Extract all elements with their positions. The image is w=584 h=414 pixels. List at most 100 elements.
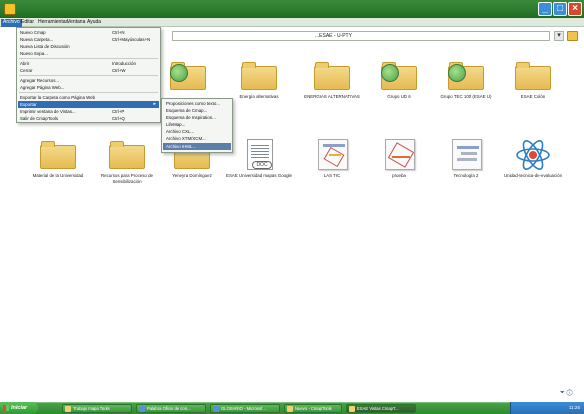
submenu-item[interactable]: Esquema de Inspiration...: [163, 114, 231, 121]
taskbar-item-label: Trabajo mapa Tools: [73, 406, 110, 411]
menu-item-close[interactable]: Cerrar Ctrl+W: [18, 67, 159, 74]
menu-item-new-folder[interactable]: Nueva Carpeta... Ctrl+Mayúsculas+N: [18, 36, 159, 43]
word-icon: [139, 406, 145, 412]
grid-item-label: Recursos para Proceso de Sensibilización: [101, 173, 153, 184]
folder-icon: [170, 60, 206, 92]
menu-item-exit[interactable]: Salir de CmapTools Ctrl+Q: [18, 115, 159, 122]
menu-item-open[interactable]: Abrir Introducción: [18, 60, 159, 67]
menu-item-label: Nuevo Cmap: [20, 30, 46, 35]
minimize-button[interactable]: _: [538, 2, 552, 16]
menu-separator: [19, 75, 158, 76]
menu-item-label: Nueva Carpeta...: [20, 37, 54, 42]
menu-item-label: Nuevo Sopa...: [20, 51, 48, 56]
menu-item-export-folder-web[interactable]: Exportar la Carpeta como Página Web: [18, 94, 159, 101]
menu-item-label: Exportar: [20, 102, 37, 107]
folder-icon: [241, 60, 277, 92]
grid-item[interactable]: Recursos para Proceso de Sensibilización: [97, 139, 157, 195]
grid-item[interactable]: ENERGIAS ALTERNATIVAS: [302, 60, 362, 116]
grid-item-label: ENERGIAS ALTERNATIVAS: [304, 94, 360, 99]
folder-icon: [109, 139, 145, 171]
grid-item[interactable]: Unidad-tecnica-de-evaluación: [503, 139, 563, 195]
cmap-icon: [448, 139, 484, 171]
menu-item-shortcut: Introducción: [112, 61, 136, 66]
menu-item-label: Imprimir ventana de Vistas...: [20, 109, 76, 114]
taskbar-item-label: GLOSARIO - Microsof...: [221, 406, 266, 411]
grid-item[interactable]: Grupo TEC 100 (ESAE U): [436, 60, 496, 116]
menu-item-shortcut: Ctrl+Mayúsculas+N: [112, 37, 151, 42]
status-icons: ⏷ ⓘ: [560, 390, 580, 398]
file-menu-dropdown: Nuevo Cmap Ctrl+N Nueva Carpeta... Ctrl+Ma…: [16, 27, 161, 123]
grid-item[interactable]: Energía alternativas: [229, 60, 289, 116]
maximize-button[interactable]: □: [553, 2, 567, 16]
menu-item-new-cmap[interactable]: Nuevo Cmap Ctrl+N: [18, 29, 159, 36]
menu-item-export[interactable]: Exportar ▸: [18, 101, 159, 108]
cmap-icon: [314, 139, 350, 171]
taskbar-item[interactable]: Trabajo mapa Tools: [62, 404, 132, 413]
taskbar-item-label: Palabra Oficio de con...: [147, 406, 191, 411]
grid-item-label: Grupo TEC 100 (ESAE U): [440, 94, 492, 99]
grid-item[interactable]: LAS TIC: [302, 139, 362, 195]
menu-item-new-soup[interactable]: Nuevo Sopa...: [18, 50, 159, 57]
grid-item[interactable]: Material de la Universidad: [28, 139, 88, 195]
menu-item-shortcut: Ctrl+N: [112, 30, 125, 35]
menu-item-add-resources[interactable]: Agregar Recursos...: [18, 77, 159, 84]
menu-item-label: Nueva Lista de Discusión: [20, 44, 70, 49]
grid-item[interactable]: ESAE Colón: [503, 60, 563, 116]
title-bar: [0, 0, 584, 18]
cmap-folder-icon: [448, 60, 484, 92]
filter-icon[interactable]: ⏷: [560, 390, 565, 396]
export-submenu: Proposiciones como texto... Esquema de C…: [161, 98, 233, 153]
submenu-item[interactable]: Archivo CXL...: [163, 128, 231, 135]
menu-item-new-discussion[interactable]: Nueva Lista de Discusión: [18, 43, 159, 50]
menu-ventana[interactable]: Ventana: [65, 19, 87, 27]
menu-separator: [19, 92, 158, 93]
menu-item-add-webpage[interactable]: Agregar Página Web...: [18, 84, 159, 91]
submenu-item[interactable]: LifeMap...: [163, 121, 231, 128]
taskbar-item[interactable]: Palabra Oficio de con...: [136, 404, 206, 413]
menu-item-shortcut: Ctrl+P: [112, 109, 125, 114]
grid-item[interactable]: Grupo UD 6: [369, 60, 429, 116]
submenu-item[interactable]: Esquema de Cmap...: [163, 107, 231, 114]
close-button[interactable]: ×: [568, 2, 582, 16]
grid-item[interactable]: DOC ESAE Universidad mapas Google: [226, 139, 292, 195]
cmap-app-icon: [349, 406, 355, 412]
info-icon[interactable]: ⓘ: [566, 390, 572, 396]
taskbar-item-label: Nuevo - CmapTools: [295, 406, 332, 411]
grid-item-label: prueba: [392, 173, 406, 178]
grid-item[interactable]: prueba: [369, 139, 429, 195]
menu-item-shortcut: Ctrl+Q: [112, 116, 125, 121]
submenu-item[interactable]: Archivo XTM/XCM...: [163, 135, 231, 142]
taskbar-item-active[interactable]: ESAE Vistas CmapT...: [346, 404, 416, 413]
menu-item-label: Agregar Recursos...: [20, 78, 60, 83]
windows-flag-icon: [3, 405, 9, 411]
submenu-item[interactable]: Archivo IHML...: [163, 143, 231, 150]
menu-item-label: Abrir: [20, 61, 30, 66]
menu-item-shortcut: Ctrl+W: [112, 68, 126, 73]
grid-item-label: LAS TIC: [323, 173, 341, 178]
dropdown-arrow-icon[interactable]: ▾: [554, 31, 564, 41]
grid-item-label: Energía alternativas: [239, 94, 279, 99]
folder-icon: [515, 60, 551, 92]
submenu-item[interactable]: Proposiciones como texto...: [163, 100, 231, 107]
taskbar-item[interactable]: Nuevo - CmapTools: [284, 404, 342, 413]
menu-item-label: Exportar la Carpeta como Página Web: [20, 95, 96, 100]
cmap-icon: [381, 139, 417, 171]
grid-item-label: ESAE Colón: [520, 94, 546, 99]
word-icon: [213, 406, 219, 412]
menu-item-label: Cerrar: [20, 68, 33, 73]
folder-icon: [40, 139, 76, 171]
menu-item-print[interactable]: Imprimir ventana de Vistas... Ctrl+P: [18, 108, 159, 115]
menu-separator: [19, 58, 158, 59]
menu-ayuda[interactable]: Ayuda: [85, 19, 103, 27]
grid-item[interactable]: Tecnología 2: [436, 139, 496, 195]
atom-icon: [515, 139, 551, 171]
address-bar[interactable]: ...ESAE - U-PTY: [172, 31, 550, 41]
clock[interactable]: 11:25: [569, 405, 580, 410]
cmap-folder-icon: [381, 60, 417, 92]
taskbar-item-label: ESAE Vistas CmapT...: [357, 406, 399, 411]
menu-editar[interactable]: Editar: [19, 19, 36, 27]
doc-tag: DOC: [252, 161, 272, 169]
taskbar-item[interactable]: GLOSARIO - Microsof...: [210, 404, 280, 413]
folder-up-icon[interactable]: [567, 31, 578, 41]
app-icon: [4, 3, 16, 15]
